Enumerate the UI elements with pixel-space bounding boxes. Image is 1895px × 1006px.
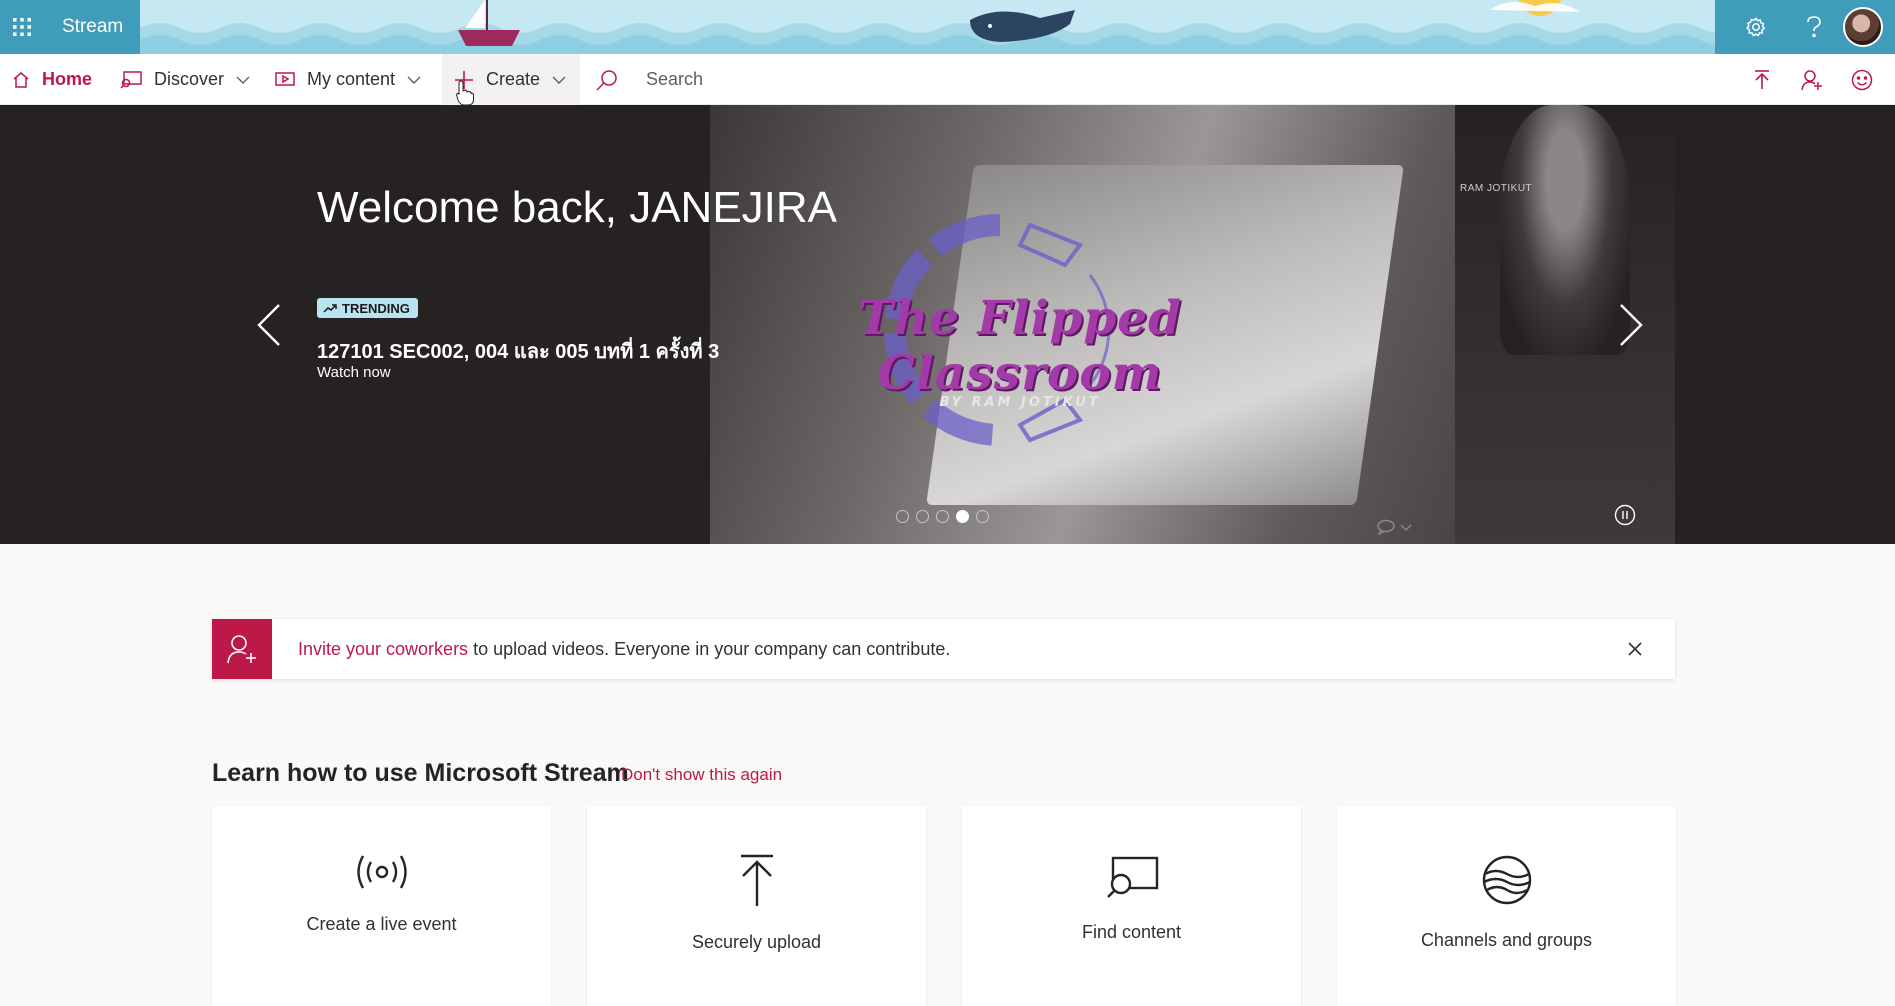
help-icon[interactable] — [1785, 0, 1843, 54]
invite-banner: Invite your coworkers to upload videos. … — [212, 619, 1675, 679]
app-launcher-icon[interactable] — [0, 0, 44, 54]
card-find-content[interactable]: Find content — [962, 806, 1301, 1006]
broadcast-icon — [356, 855, 407, 889]
search-box[interactable]: Search — [580, 54, 1280, 105]
suite-bar: Stream — [0, 0, 1895, 54]
thumbnail-corner-text: RAM JOTIKUT — [1460, 183, 1533, 194]
carousel-indicators — [896, 510, 989, 523]
trending-icon — [323, 303, 337, 313]
globe-lines-icon — [1482, 855, 1531, 905]
discover-icon — [120, 70, 142, 89]
learn-heading: Learn how to use Microsoft Stream — [212, 759, 629, 787]
search-icon — [596, 69, 617, 91]
my-content-icon — [275, 71, 295, 86]
profile-avatar[interactable] — [1843, 7, 1883, 47]
nav-discover[interactable]: Discover — [120, 54, 250, 105]
nav-home-label: Home — [42, 69, 93, 89]
nav-discover-label: Discover — [154, 69, 225, 89]
trending-badge: TRENDING — [317, 298, 418, 318]
watch-now-link[interactable]: Watch now — [317, 364, 391, 381]
next-slide-icon[interactable] — [1618, 303, 1644, 347]
thumbnail-subtitle: BY RAM JOTIKUT — [939, 395, 1101, 410]
card-create-live-event[interactable]: Create a live event — [212, 806, 551, 1006]
app-name[interactable]: Stream — [44, 0, 140, 54]
nav-create-label: Create — [486, 69, 541, 89]
carousel-dot[interactable] — [916, 510, 929, 523]
comment-icon[interactable] — [1376, 519, 1416, 535]
search-screen-icon — [1106, 856, 1158, 898]
trending-label: TRENDING — [342, 300, 410, 316]
learn-cards: Create a live event Securely upload Find… — [212, 806, 1676, 1006]
chevron-down-icon — [552, 76, 566, 84]
card-securely-upload[interactable]: Securely upload — [587, 806, 926, 1006]
add-user-icon — [212, 619, 272, 679]
invite-coworkers-link[interactable]: Invite your coworkers — [298, 639, 468, 659]
card-channels-groups[interactable]: Channels and groups — [1337, 806, 1676, 1006]
carousel-dot[interactable] — [896, 510, 909, 523]
carousel-dot[interactable] — [976, 510, 989, 523]
card-label: Channels and groups — [1420, 930, 1593, 950]
suite-actions — [1715, 0, 1895, 54]
card-label: Find content — [1081, 922, 1182, 942]
gear-icon[interactable] — [1727, 0, 1785, 54]
close-icon[interactable] — [1625, 639, 1645, 659]
thumbnail-title-text: The Flipped Classroom — [858, 291, 1182, 401]
hero-carousel: RAM JOTIKUT The Flipped Classroom BY RAM… — [0, 105, 1895, 544]
hand-cursor-icon — [456, 80, 474, 106]
thumbnail-title: The Flipped Classroom BY RAM JOTIKUT — [740, 291, 1300, 410]
pause-icon[interactable] — [1614, 504, 1636, 526]
chevron-down-icon — [407, 76, 421, 84]
previous-slide-icon[interactable] — [256, 303, 282, 347]
add-user-icon[interactable] — [1787, 54, 1837, 105]
chevron-down-icon — [236, 76, 250, 84]
card-label: Securely upload — [691, 932, 822, 952]
carousel-dot-active[interactable] — [956, 510, 969, 523]
invite-message: Invite your coworkers to upload videos. … — [298, 639, 950, 660]
carousel-dot[interactable] — [936, 510, 949, 523]
banner-illustration — [140, 0, 1715, 54]
nav-my-content[interactable]: My content — [275, 54, 421, 105]
nav-actions — [1737, 54, 1887, 105]
home-icon — [13, 71, 29, 88]
featured-video-title[interactable]: 127101 SEC002, 004 และ 005 บทที่ 1 ครั้ง… — [317, 335, 719, 367]
nav-home[interactable]: Home — [12, 54, 92, 105]
upload-icon[interactable] — [1737, 54, 1787, 105]
dont-show-again-link[interactable]: Don't show this again — [621, 765, 782, 785]
welcome-heading: Welcome back, JANEJIRA — [317, 183, 838, 232]
card-label: Create a live event — [306, 914, 457, 934]
nav-my-content-label: My content — [307, 69, 396, 89]
search-placeholder: Search — [646, 69, 704, 89]
invite-message-text: to upload videos. Everyone in your compa… — [468, 638, 951, 659]
upload-icon — [740, 854, 773, 906]
main-nav: Home Discover My content Create Search — [0, 54, 1895, 105]
feedback-smiley-icon[interactable] — [1837, 54, 1887, 105]
